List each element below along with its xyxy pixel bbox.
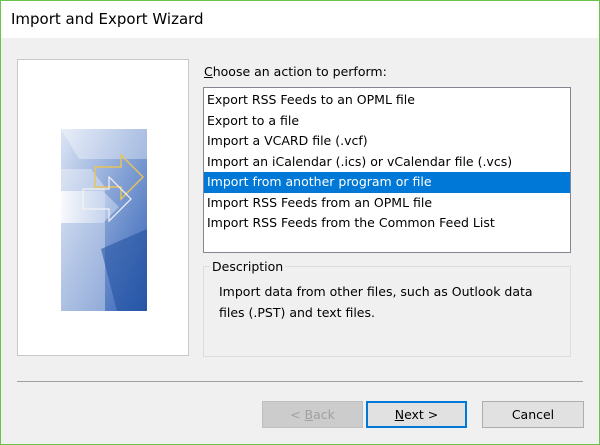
description-group: Description Import data from other files… bbox=[203, 259, 571, 357]
cancel-button[interactable]: Cancel bbox=[482, 401, 584, 428]
back-button[interactable]: < Back bbox=[262, 401, 363, 428]
next-button[interactable]: Next > bbox=[366, 401, 467, 428]
title-bar: Import and Export Wizard bbox=[1, 1, 599, 38]
action-item[interactable]: Export to a file bbox=[204, 111, 570, 132]
description-label: Description bbox=[210, 259, 286, 274]
action-item[interactable]: Import RSS Feeds from an OPML file bbox=[204, 193, 570, 214]
action-list[interactable]: Export RSS Feeds to an OPML file Export t… bbox=[203, 87, 571, 253]
action-prompt-label: Choose an action to perform: bbox=[204, 64, 387, 79]
action-item[interactable]: Import a VCARD file (.vcf) bbox=[204, 131, 570, 152]
wizard-graphic-icon bbox=[61, 129, 147, 311]
wizard-window: Import and Export Wizard Choose an actio… bbox=[0, 0, 600, 445]
action-item[interactable]: Import RSS Feeds from the Common Feed Li… bbox=[204, 213, 570, 234]
action-item[interactable]: Import an iCalendar (.ics) or vCalendar … bbox=[204, 152, 570, 173]
window-title: Import and Export Wizard bbox=[11, 10, 204, 28]
action-item[interactable]: Import from another program or file bbox=[204, 172, 570, 193]
footer-separator bbox=[17, 381, 583, 382]
wizard-art-panel bbox=[17, 59, 189, 356]
action-item[interactable]: Export RSS Feeds to an OPML file bbox=[204, 90, 570, 111]
description-text: Import data from other files, such as Ou… bbox=[219, 284, 533, 320]
